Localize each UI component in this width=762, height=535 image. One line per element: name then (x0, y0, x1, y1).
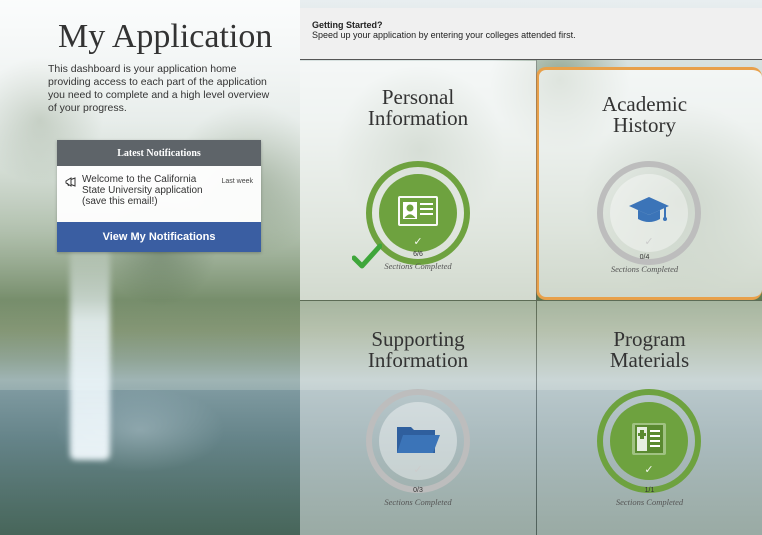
grid-divider-vertical (536, 60, 537, 535)
sections-completed-label: Sections Completed (384, 497, 452, 507)
progress-ring-inner: ✓ (379, 174, 457, 252)
small-check-icon: ✓ (413, 236, 423, 248)
notification-item[interactable]: Welcome to the California State Universi… (57, 166, 261, 222)
tile-title-line2: Information (367, 106, 469, 130)
section-count: 0/3 (413, 487, 423, 494)
sections-completed-label: Sections Completed (615, 497, 684, 507)
intro-text: This dashboard is your application home … (48, 63, 270, 114)
tile-title: Program Materials (537, 329, 762, 371)
getting-started-banner: Getting Started? Speed up your applicati… (300, 8, 762, 60)
tile-title: Academic History (527, 94, 762, 136)
id-card-icon (397, 195, 439, 232)
section-count: 0/4 (639, 254, 650, 261)
small-check-icon: ✓ (413, 464, 423, 476)
progress-ring-inner: ✓ (610, 402, 688, 480)
small-check-icon: ✓ (644, 236, 654, 248)
tile-title-line2: History (613, 113, 676, 137)
folder-icon (395, 421, 441, 462)
tile-title: Personal Information (300, 87, 536, 129)
view-notifications-button[interactable]: View My Notifications (57, 222, 261, 252)
tile-personal-information[interactable]: Personal Information ✓ 6/6 Sections Comp… (300, 61, 536, 300)
tile-title-line1: Supporting (371, 327, 465, 351)
progress-ring: ✓ (597, 161, 701, 265)
getting-started-title: Getting Started? (312, 20, 383, 30)
progress-ring: ✓ (597, 389, 701, 493)
tile-title-line2: Information (367, 348, 469, 372)
book-icon (629, 421, 669, 462)
tile-program-materials[interactable]: Program Materials ✓ 1/1 Sections Complet… (537, 301, 762, 535)
completed-check-icon (351, 243, 383, 276)
tile-title-line2: Materials (609, 348, 690, 372)
grid-divider-horizontal (300, 300, 762, 301)
notification-time: Last week (221, 178, 253, 185)
progress-ring-inner: ✓ (610, 174, 688, 252)
section-count: 6/6 (413, 251, 423, 258)
notifications-header: Latest Notifications (57, 140, 261, 166)
tile-title: Supporting Information (300, 329, 536, 371)
tile-title-line1: Personal (381, 85, 455, 109)
tile-academic-history[interactable]: Academic History ✓ 0/4 Sections Complete… (536, 67, 762, 300)
page-title: My Application (58, 18, 273, 55)
section-count: 1/1 (644, 487, 655, 494)
tile-title-line1: Program (613, 327, 686, 351)
graduation-cap-icon (627, 194, 671, 233)
sections-completed-label: Sections Completed (384, 261, 452, 271)
getting-started-text: Speed up your application by entering yo… (312, 30, 576, 40)
progress-ring: ✓ (366, 389, 470, 493)
megaphone-icon (65, 176, 77, 191)
small-check-icon: ✓ (644, 464, 654, 476)
notifications-panel: Latest Notifications Welcome to the Cali… (57, 140, 261, 252)
tile-supporting-information[interactable]: Supporting Information ✓ 0/3 Sections Co… (300, 301, 536, 535)
progress-ring-inner: ✓ (379, 402, 457, 480)
tile-title-line1: Academic (601, 92, 688, 116)
sections-completed-label: Sections Completed (610, 264, 679, 274)
notification-text: Welcome to the California State Universi… (82, 174, 203, 207)
